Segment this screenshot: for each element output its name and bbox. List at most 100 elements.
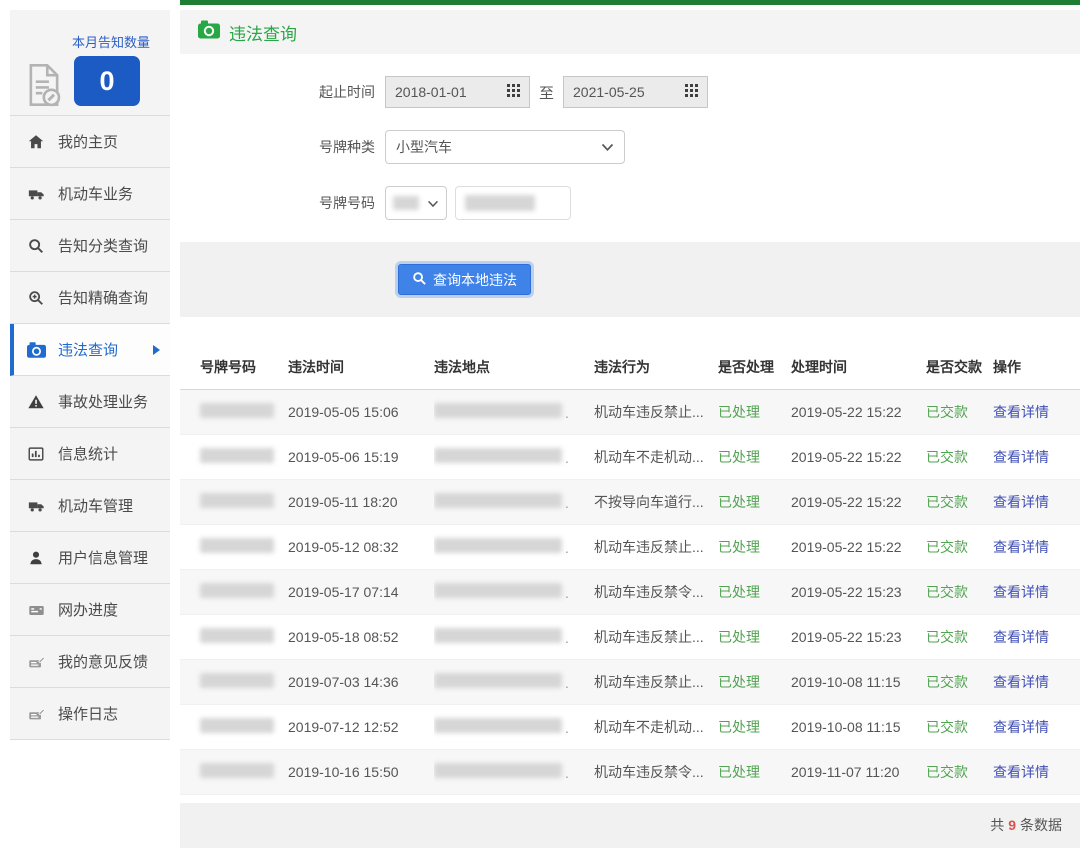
processed-status: 已处理: [718, 389, 791, 434]
redacted-place: [434, 403, 562, 418]
table-row: 2019-05-11 18:20.不按导向车道行...已处理2019-05-22…: [180, 479, 1080, 524]
col-processed: 是否处理: [718, 345, 791, 389]
action-cell: 查看详情: [993, 434, 1080, 479]
sidebar-item-operation-log[interactable]: 操作日志: [10, 688, 170, 740]
processed-status: 已处理: [718, 524, 791, 569]
view-details-link[interactable]: 查看详情: [993, 404, 1049, 420]
redacted-plate: [200, 403, 274, 418]
query-button-bar: 查询本地违法: [180, 242, 1080, 317]
action-cell: 查看详情: [993, 479, 1080, 524]
view-details-link[interactable]: 查看详情: [993, 449, 1049, 465]
violation-place-cell: .: [434, 389, 594, 434]
plate-cell: [180, 614, 288, 659]
redacted-place: [434, 763, 562, 778]
plate-type-value: 小型汽车: [396, 137, 452, 157]
table-row: 2019-05-06 15:19.机动车不走机动...已处理2019-05-22…: [180, 434, 1080, 479]
plate-province-select[interactable]: [385, 186, 447, 220]
violation-behavior-cell: 机动车违反禁止...: [594, 524, 718, 569]
violation-behavior-cell: 机动车不走机动...: [594, 434, 718, 479]
violation-behavior-cell: 机动车违反禁止...: [594, 614, 718, 659]
date-from-input[interactable]: 2018-01-01: [385, 76, 530, 108]
calendar-grid-icon[interactable]: [685, 84, 698, 100]
violation-time-cell: 2019-10-16 15:50: [288, 749, 434, 794]
sidebar-item-label: 用户信息管理: [58, 547, 148, 568]
paid-status: 已交款: [926, 434, 993, 479]
plate-cell: [180, 749, 288, 794]
calendar-grid-icon[interactable]: [507, 84, 520, 100]
redacted-plate: [200, 538, 274, 553]
violation-time-cell: 2019-05-17 07:14: [288, 569, 434, 614]
sidebar-item-vehicle-management[interactable]: 机动车管理: [10, 480, 170, 532]
view-details-link[interactable]: 查看详情: [993, 629, 1049, 645]
process-time-cell: 2019-05-22 15:23: [791, 614, 926, 659]
camera-icon: [198, 20, 220, 44]
table-row: 2019-05-12 08:32.机动车违反禁止...已处理2019-05-22…: [180, 524, 1080, 569]
violation-time-cell: 2019-05-05 15:06: [288, 389, 434, 434]
view-details-link[interactable]: 查看详情: [993, 719, 1049, 735]
query-button-label: 查询本地违法: [433, 270, 517, 290]
sidebar-item-label: 告知分类查询: [58, 235, 148, 256]
sidebar-item-vehicle-business[interactable]: 机动车业务: [10, 168, 170, 220]
total-suffix: 条数据: [1020, 815, 1062, 835]
monthly-notice-label: 本月告知数量: [72, 32, 150, 51]
sidebar-item-home[interactable]: 我的主页: [10, 116, 170, 168]
view-details-link[interactable]: 查看详情: [993, 764, 1049, 780]
sidebar-item-accident-business[interactable]: 事故处理业务: [10, 376, 170, 428]
sidebar-item-label: 告知精确查询: [58, 287, 148, 308]
process-time-cell: 2019-05-22 15:22: [791, 479, 926, 524]
violation-place-cell: .: [434, 614, 594, 659]
plate-cell: [180, 389, 288, 434]
plate-type-select[interactable]: 小型汽车: [385, 130, 625, 164]
action-cell: 查看详情: [993, 614, 1080, 659]
redacted-plate: [200, 583, 274, 598]
sidebar-item-notice-precise-query[interactable]: 告知精确查询: [10, 272, 170, 324]
sidebar-item-user-info-management[interactable]: 用户信息管理: [10, 532, 170, 584]
sidebar-item-label: 我的主页: [58, 131, 118, 152]
violation-time-cell: 2019-07-03 14:36: [288, 659, 434, 704]
redacted-place: [434, 718, 562, 733]
violation-place-cell: .: [434, 524, 594, 569]
redacted-place: [434, 493, 562, 508]
search-icon: [412, 271, 427, 289]
paid-status: 已交款: [926, 524, 993, 569]
table-row: 2019-05-05 15:06.机动车违反禁止...已处理2019-05-22…: [180, 389, 1080, 434]
sidebar-item-label: 机动车业务: [58, 183, 133, 204]
violation-behavior-cell: 机动车违反禁令...: [594, 749, 718, 794]
feedback-icon: [26, 653, 46, 671]
notice-document-icon: [24, 62, 64, 113]
process-time-cell: 2019-05-22 15:23: [791, 569, 926, 614]
search-icon: [26, 237, 46, 255]
view-details-link[interactable]: 查看详情: [993, 584, 1049, 600]
sidebar-item-violation-query[interactable]: 违法查询: [10, 324, 170, 376]
view-details-link[interactable]: 查看详情: [993, 494, 1049, 510]
process-time-cell: 2019-10-08 11:15: [791, 659, 926, 704]
sidebar-item-label: 事故处理业务: [58, 391, 148, 412]
chevron-down-icon: [601, 139, 614, 155]
page-title: 违法查询: [229, 20, 297, 45]
query-local-violations-button[interactable]: 查询本地违法: [398, 264, 531, 295]
col-violation-place: 违法地点: [434, 345, 594, 389]
redacted-plate: [200, 628, 274, 643]
sidebar-item-label: 信息统计: [58, 443, 118, 464]
process-time-cell: 2019-10-08 11:15: [791, 704, 926, 749]
process-time-cell: 2019-05-22 15:22: [791, 434, 926, 479]
redacted-plate: [200, 718, 274, 733]
sidebar-item-notice-category-query[interactable]: 告知分类查询: [10, 220, 170, 272]
view-details-link[interactable]: 查看详情: [993, 674, 1049, 690]
redacted-plate-value: [465, 195, 535, 211]
redacted-place: [434, 583, 562, 598]
col-action: 操作: [993, 345, 1080, 389]
sidebar-item-statistics[interactable]: 信息统计: [10, 428, 170, 480]
view-details-link[interactable]: 查看详情: [993, 539, 1049, 555]
processed-status: 已处理: [718, 749, 791, 794]
date-to-input[interactable]: 2021-05-25: [563, 76, 708, 108]
total-prefix: 共: [990, 815, 1004, 835]
sidebar-item-online-progress[interactable]: 网办进度: [10, 584, 170, 636]
plate-number-input[interactable]: [455, 186, 571, 220]
action-cell: 查看详情: [993, 524, 1080, 569]
action-cell: 查看详情: [993, 569, 1080, 614]
processed-status: 已处理: [718, 479, 791, 524]
redacted-place: [434, 673, 562, 688]
sidebar-item-feedback[interactable]: 我的意见反馈: [10, 636, 170, 688]
violation-place-cell: .: [434, 704, 594, 749]
